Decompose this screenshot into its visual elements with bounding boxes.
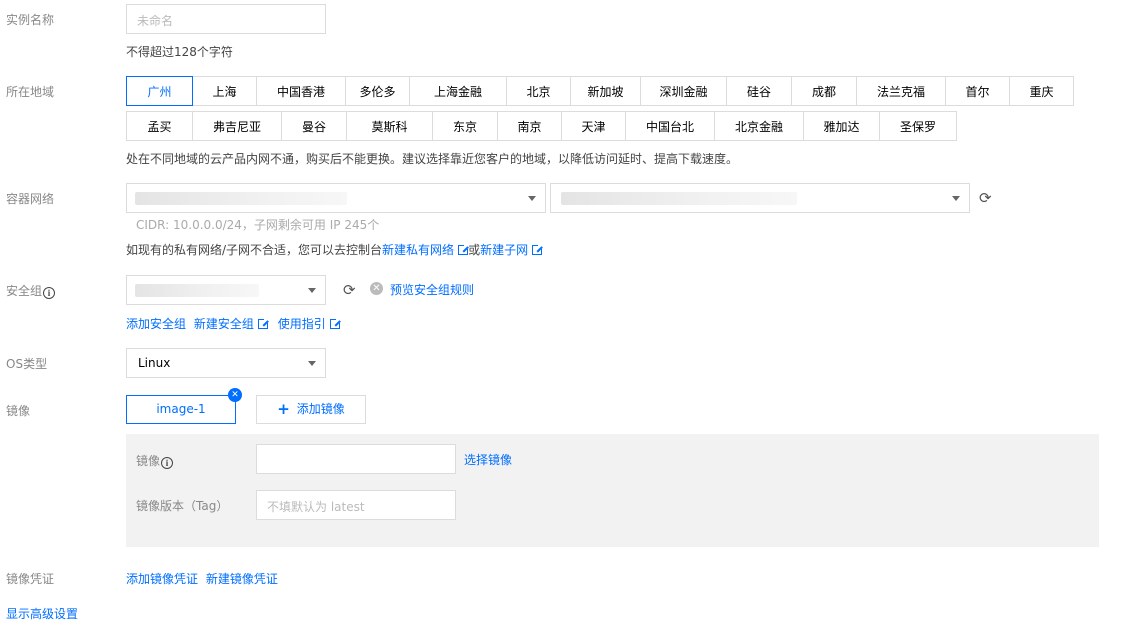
new-image-credential-link[interactable]: 新建镜像凭证	[206, 572, 278, 586]
instance-name-placeholder: 未命名	[137, 14, 174, 28]
add-security-group-link[interactable]: 添加安全组	[126, 317, 186, 331]
image-tag-placeholder: 不填默认为 latest	[267, 500, 365, 514]
image-credentials-label: 镜像凭证	[6, 572, 55, 586]
security-group-label: 安全组 i	[6, 282, 56, 299]
network-label: 容器网络	[6, 192, 55, 206]
image-input[interactable]	[256, 444, 456, 474]
region-option[interactable]: 孟买	[126, 111, 193, 141]
clear-icon[interactable]: ✕	[370, 282, 383, 295]
new-subnet-label: 新建子网	[480, 243, 529, 257]
region-label: 所在地域	[6, 85, 55, 99]
region-row-1: 广州 上海 中国香港 多伦多 上海金融 北京 新加坡 深圳金融 硅谷 成都 法兰克福 首尔 重庆	[126, 76, 1074, 106]
vpc-select[interactable]	[126, 183, 546, 213]
image-tag-input[interactable]: 不填默认为 latest	[256, 490, 456, 520]
network-hint: 如现有的私有网络/子网不合适，您可以去控制台新建私有网络 或新建子网	[126, 241, 544, 258]
region-option[interactable]: 新加坡	[570, 76, 641, 106]
info-icon[interactable]: i	[43, 287, 56, 299]
chevron-down-icon	[952, 196, 960, 201]
instance-name-input[interactable]: 未命名	[126, 4, 326, 34]
external-link-icon	[257, 318, 269, 329]
external-link-icon	[532, 244, 544, 255]
security-group-value-redacted	[135, 284, 259, 297]
external-link-icon	[458, 244, 470, 255]
network-hint-or: 或	[468, 243, 481, 257]
security-group-select[interactable]	[126, 275, 326, 305]
preview-security-rules-link[interactable]: 预览安全组规则	[390, 281, 474, 298]
region-option[interactable]: 成都	[791, 76, 857, 106]
region-option[interactable]: 弗吉尼亚	[192, 111, 282, 141]
chevron-down-icon	[528, 196, 536, 201]
region-option[interactable]: 曼谷	[281, 111, 347, 141]
subnet-select[interactable]	[550, 183, 970, 213]
new-security-group-link[interactable]: 新建安全组	[193, 317, 269, 331]
plus-icon: +	[277, 400, 290, 418]
security-group-label-text: 安全组	[6, 284, 43, 298]
region-option[interactable]: 雅加达	[803, 111, 880, 141]
region-hint: 处在不同地域的云产品内网不通，购买后不能更换。建议选择靠近您客户的地域，以降低访…	[126, 152, 739, 166]
region-option[interactable]: 北京金融	[714, 111, 804, 141]
image-config-panel: 镜像 i 选择镜像 镜像版本（Tag） 不填默认为 latest	[126, 434, 1099, 547]
subnet-value-redacted	[561, 192, 797, 205]
region-option[interactable]: 硅谷	[726, 76, 792, 106]
add-image-button[interactable]: + 添加镜像	[256, 395, 366, 424]
region-option[interactable]: 天津	[561, 111, 626, 141]
region-option[interactable]: 莫斯科	[346, 111, 433, 141]
image-tab-label: image-1	[156, 402, 206, 416]
image-credentials-links: 添加镜像凭证 新建镜像凭证	[126, 570, 278, 587]
region-option[interactable]: 首尔	[945, 76, 1010, 106]
os-type-select[interactable]: Linux	[126, 348, 326, 378]
add-image-label: 添加镜像	[296, 402, 345, 416]
image-field-label: 镜像 i	[136, 452, 174, 469]
region-option[interactable]: 南京	[497, 111, 562, 141]
refresh-icon[interactable]: ⟳	[979, 190, 992, 206]
image-tab[interactable]: image-1	[126, 395, 236, 424]
region-option[interactable]: 深圳金融	[640, 76, 727, 106]
region-option[interactable]: 上海	[192, 76, 257, 106]
image-tag-label: 镜像版本（Tag）	[136, 499, 229, 513]
security-group-links: 添加安全组 新建安全组 使用指引	[126, 315, 341, 332]
os-type-value: Linux	[138, 356, 171, 370]
new-vpc-label: 新建私有网络	[382, 243, 455, 257]
new-subnet-link[interactable]: 新建子网	[480, 243, 544, 257]
external-link-icon	[329, 318, 341, 329]
info-icon[interactable]: i	[161, 457, 174, 469]
network-hint-prefix: 如现有的私有网络/子网不合适，您可以去控制台	[126, 243, 383, 257]
region-option[interactable]: 中国香港	[256, 76, 346, 106]
region-option[interactable]: 法兰克福	[856, 76, 946, 106]
select-image-link[interactable]: 选择镜像	[464, 451, 512, 468]
add-image-credential-link[interactable]: 添加镜像凭证	[126, 572, 198, 586]
usage-guide-link[interactable]: 使用指引	[277, 317, 341, 331]
vpc-value-redacted	[135, 192, 347, 205]
image-label: 镜像	[6, 404, 31, 418]
usage-guide-label: 使用指引	[277, 317, 326, 331]
region-option[interactable]: 北京	[506, 76, 571, 106]
region-option[interactable]: 多伦多	[345, 76, 410, 106]
region-option[interactable]: 圣保罗	[879, 111, 957, 141]
region-option[interactable]: 重庆	[1009, 76, 1074, 106]
new-vpc-link[interactable]: 新建私有网络	[382, 243, 470, 257]
region-option[interactable]: 东京	[432, 111, 498, 141]
cidr-info: CIDR: 10.0.0.0/24，子网剩余可用 IP 245个	[136, 218, 380, 232]
region-option[interactable]: 上海金融	[409, 76, 507, 106]
image-field-label-text: 镜像	[136, 454, 161, 468]
region-option[interactable]: 广州	[126, 76, 193, 106]
region-row-2: 孟买 弗吉尼亚 曼谷 莫斯科 东京 南京 天津 中国台北 北京金融 雅加达 圣保罗	[126, 111, 957, 141]
os-type-label: OS类型	[6, 357, 48, 371]
chevron-down-icon	[308, 361, 316, 366]
show-advanced-settings-link[interactable]: 显示高级设置	[6, 605, 78, 622]
instance-name-hint: 不得超过128个字符	[126, 45, 233, 59]
instance-name-label: 实例名称	[6, 13, 55, 27]
chevron-down-icon	[308, 288, 316, 293]
new-security-group-label: 新建安全组	[193, 317, 254, 331]
refresh-icon[interactable]: ⟳	[343, 282, 356, 298]
region-option[interactable]: 中国台北	[625, 111, 715, 141]
remove-image-icon[interactable]: ✕	[228, 388, 242, 402]
